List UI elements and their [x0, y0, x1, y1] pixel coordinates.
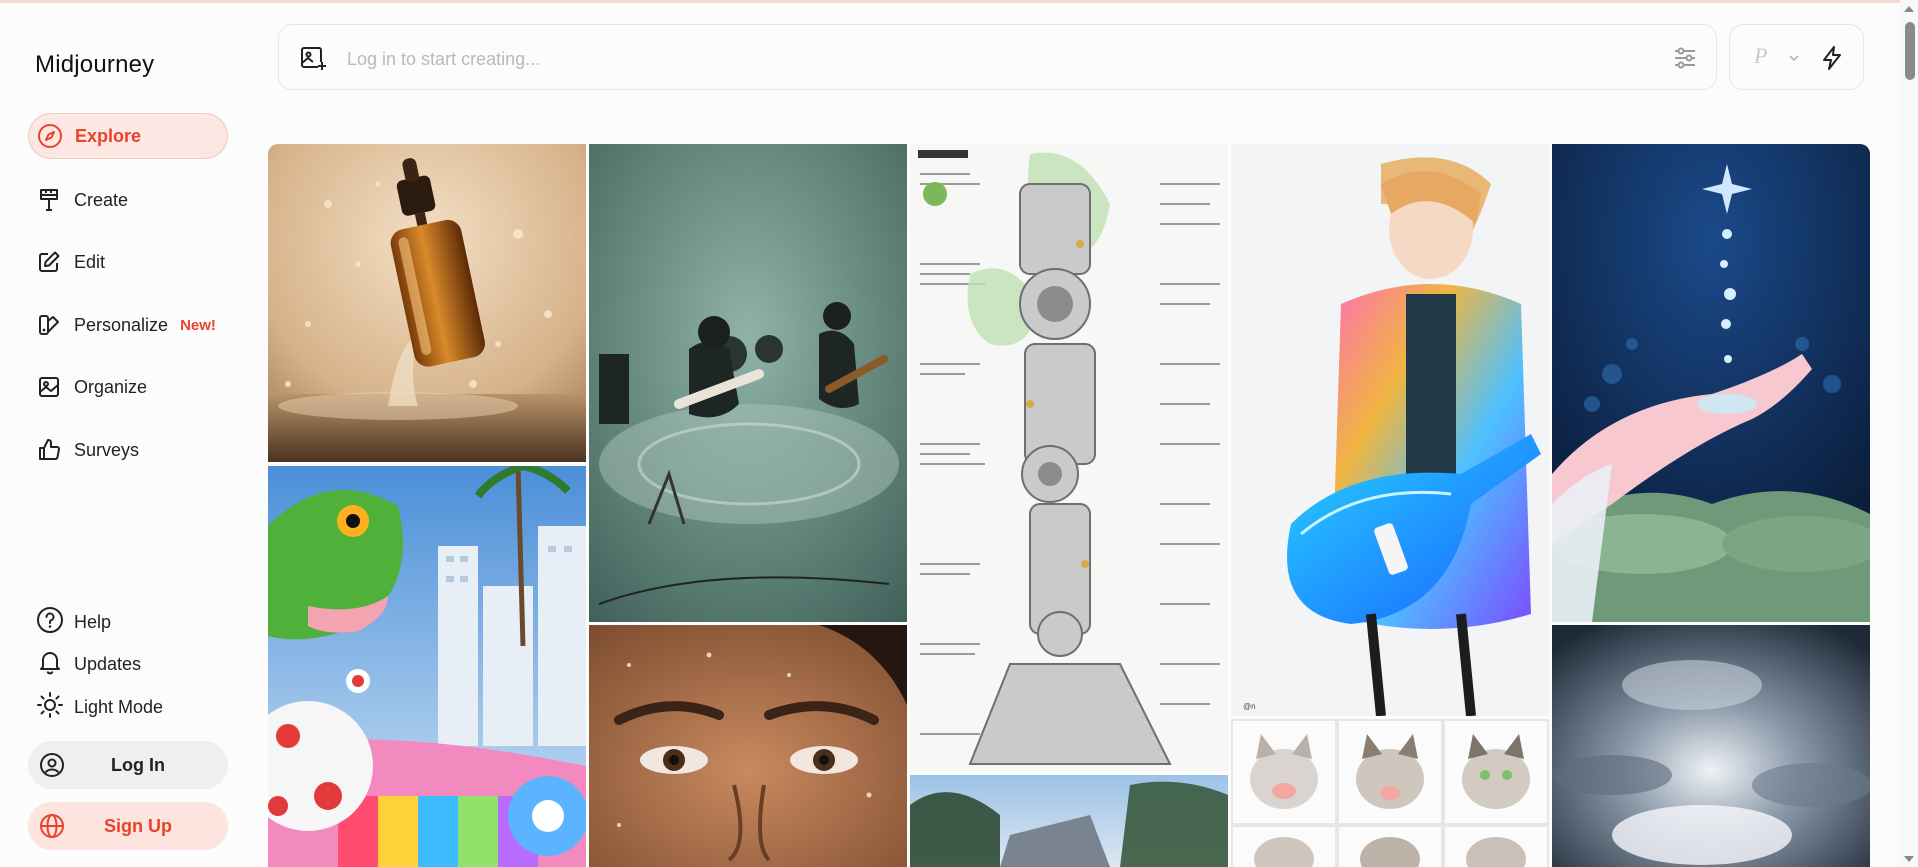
help-link[interactable]: Help: [36, 606, 112, 639]
prompt-input[interactable]: [345, 43, 1549, 75]
scroll-up-arrow-icon[interactable]: [1904, 6, 1914, 12]
light-mode-toggle[interactable]: Light Mode: [36, 691, 164, 724]
nav-label: Edit: [74, 251, 106, 272]
gallery-image-hand-droplets[interactable]: [1552, 144, 1870, 622]
gallery-image-band-green[interactable]: [589, 144, 907, 622]
app-logo-text[interactable]: Midjourney: [35, 51, 154, 79]
edit-icon: [36, 249, 62, 275]
bell-icon: [36, 648, 64, 681]
gallery-image-sunlit-clouds[interactable]: [1552, 625, 1870, 867]
mode-controls: P: [1729, 24, 1864, 90]
svg-text:@n: @n: [1243, 702, 1256, 711]
signup-button[interactable]: Sign Up: [28, 802, 228, 850]
help-icon: [36, 606, 64, 639]
lightning-bolt-icon[interactable]: [1820, 45, 1844, 71]
updates-link[interactable]: Updates: [36, 649, 141, 679]
personalize-icon: [36, 312, 62, 338]
signup-label: Sign Up: [104, 815, 172, 836]
thumbs-up-icon: [36, 437, 62, 463]
nav-label: Organize: [74, 376, 148, 397]
prompt-bar: [278, 24, 1717, 90]
gallery-image-robot-diagram[interactable]: [910, 144, 1228, 772]
light-mode-label: Light Mode: [74, 696, 164, 717]
nav-create[interactable]: Create: [28, 177, 228, 223]
nav-edit[interactable]: Edit: [28, 239, 228, 285]
nav-label: Surveys: [74, 439, 140, 460]
sun-icon: [36, 691, 64, 724]
nav-surveys[interactable]: Surveys: [28, 427, 228, 473]
gallery-image-kittens-grid[interactable]: [1231, 719, 1549, 867]
gallery-image-blurred-trees[interactable]: [910, 775, 1228, 867]
new-badge: New!: [180, 316, 216, 334]
add-image-icon[interactable]: [299, 44, 327, 72]
nav-organize[interactable]: Organize: [28, 364, 228, 410]
page-scrollbar[interactable]: [1900, 0, 1918, 867]
nav-label: Create: [74, 189, 129, 210]
scrollbar-thumb[interactable]: [1905, 22, 1915, 80]
top-accent-line: [0, 0, 1918, 3]
nav-personalize[interactable]: Personalize New!: [28, 302, 228, 348]
gallery-image-serum-bottle[interactable]: [268, 144, 586, 462]
login-button[interactable]: Log In: [28, 741, 228, 789]
scroll-down-arrow-icon[interactable]: [1904, 856, 1914, 862]
sidebar: Midjourney Explore Create Edit Personali…: [0, 3, 250, 867]
compass-icon: [37, 123, 63, 149]
personalization-toggle[interactable]: P: [1754, 43, 1767, 69]
gallery-image-snake-city[interactable]: [268, 466, 586, 867]
help-label: Help: [74, 611, 112, 632]
nav-explore[interactable]: Explore: [28, 113, 228, 159]
paintbrush-icon: [36, 187, 62, 213]
updates-label: Updates: [74, 653, 142, 674]
login-label: Log In: [111, 754, 165, 775]
sliders-icon[interactable]: [1672, 45, 1698, 71]
gallery-image-anime-guitarist[interactable]: @n: [1231, 144, 1549, 716]
explore-gallery: @n: [268, 144, 1870, 867]
nav-label: Personalize: [74, 314, 169, 335]
image-icon: [36, 374, 62, 400]
nav-label: Explore: [75, 125, 142, 146]
chevron-down-icon[interactable]: [1788, 51, 1800, 63]
gallery-image-face-closeup[interactable]: [589, 625, 907, 867]
